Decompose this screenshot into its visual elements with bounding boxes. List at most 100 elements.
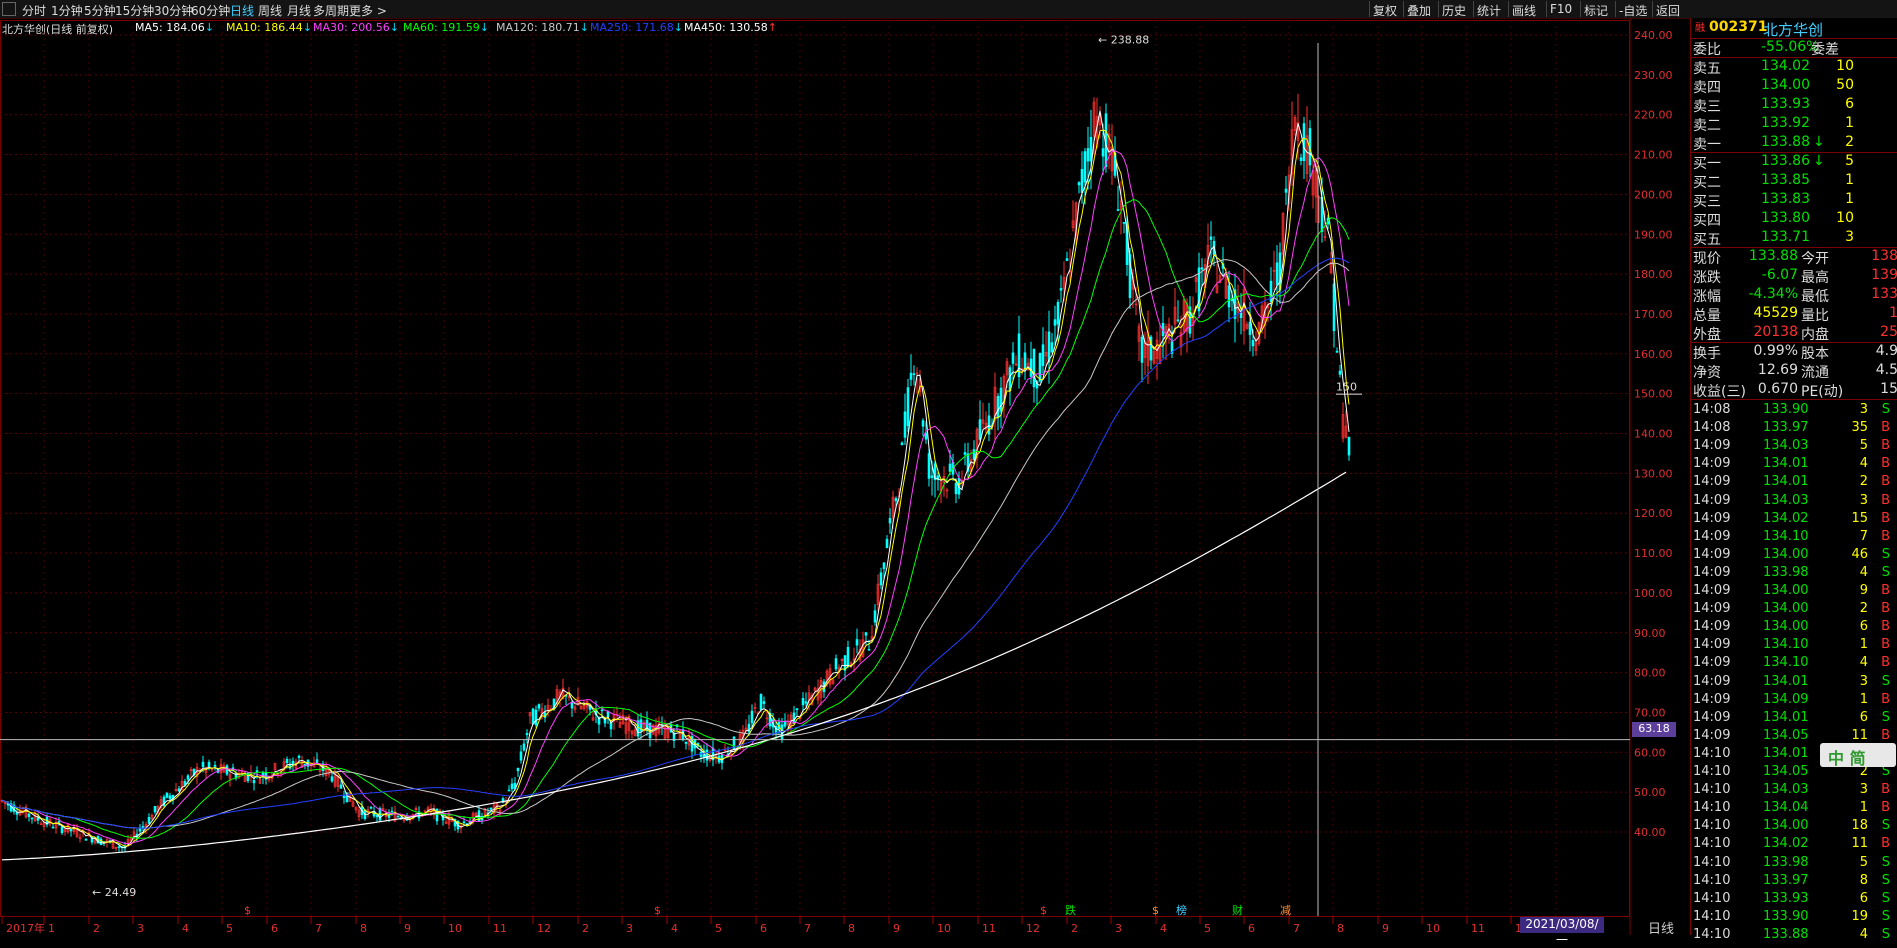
period-tab-0[interactable]: 分时	[22, 2, 46, 19]
tick-side: S	[1881, 926, 1890, 942]
stat-value-2: 1	[1889, 305, 1897, 321]
tick-side: B	[1881, 601, 1890, 617]
tick-side: B	[1881, 583, 1890, 598]
ask-row: 卖四 134.00 50	[1691, 76, 1897, 96]
candle-body	[315, 759, 319, 763]
stock-code[interactable]: 002371	[1709, 19, 1767, 35]
tick-price: 134.00	[1763, 601, 1809, 617]
tick-row: 14:10 134.04 1 B	[1691, 799, 1897, 817]
tick-row: 14:09 133.98 4 S	[1691, 564, 1897, 582]
candle-body	[534, 709, 538, 726]
candle-body	[69, 829, 73, 832]
toolbar-button-0[interactable]: 复权	[1373, 2, 1397, 19]
period-tab-1[interactable]: 1分钟	[51, 2, 83, 19]
stat-label-2: 今开	[1801, 251, 1829, 267]
stat-label: 涨跌	[1693, 270, 1721, 286]
candle-body	[291, 760, 295, 765]
toolbar-button-7[interactable]: -自选	[1619, 2, 1647, 19]
candle-body	[1077, 182, 1081, 186]
tick-volume: 1	[1859, 691, 1868, 707]
period-tab-4[interactable]: 30分钟	[154, 2, 193, 19]
tick-price: 134.01	[1763, 709, 1809, 725]
toolbar-divider	[1580, 1, 1581, 17]
tick-time: 14:09	[1693, 474, 1731, 490]
period-tab-9[interactable]: 多周期	[313, 2, 349, 19]
tick-side: B	[1881, 655, 1890, 671]
tick-row: 14:08 133.90 3 S	[1691, 401, 1897, 419]
stock-name[interactable]: 北方华创	[1763, 19, 1823, 40]
x-tick-label: 2	[93, 922, 100, 935]
tick-side: B	[1881, 438, 1890, 454]
tick-time: 14:09	[1693, 546, 1731, 562]
tick-price: 134.03	[1763, 782, 1809, 798]
candle-body	[885, 538, 889, 549]
period-tab-7[interactable]: 周线	[258, 2, 282, 19]
candle-body	[1275, 262, 1279, 286]
period-tab-8[interactable]: 月线	[287, 2, 311, 19]
quote-panel: 002371 北方华创 融 委比 -55.06% 委差 卖五 134.02 10 卖四 134…	[1690, 18, 1897, 942]
candle-body	[255, 770, 259, 773]
stat-label-2: 股本	[1801, 346, 1829, 362]
period-tab-6[interactable]: 日线	[230, 2, 254, 19]
tick-side: B	[1881, 510, 1890, 526]
y-tick-label: 110.00	[1634, 547, 1673, 560]
tick-time: 14:09	[1693, 528, 1731, 544]
y-tick-label: 240.00	[1634, 29, 1673, 42]
tick-time: 14:09	[1693, 564, 1731, 580]
tick-price: 134.00	[1763, 619, 1809, 635]
tick-time: 14:10	[1693, 890, 1731, 906]
candle-body	[522, 743, 526, 751]
candle-body	[1023, 352, 1027, 370]
tick-time: 14:10	[1693, 908, 1731, 924]
tick-price: 134.05	[1763, 727, 1809, 743]
cursor-price-tag: 63.18	[1632, 722, 1676, 737]
ma-line-450	[1, 471, 1347, 861]
period-tab-10[interactable]: 更多 >	[349, 2, 387, 19]
tick-row: 14:09 134.00 9 B	[1691, 582, 1897, 600]
stat-value-2: 139	[1871, 267, 1897, 283]
bid-row: 买四 133.80 10	[1691, 209, 1897, 229]
ask-volume: 2	[1845, 134, 1854, 150]
y-tick-label: 130.00	[1634, 467, 1673, 480]
x-tick-label: 9	[404, 922, 411, 935]
tick-volume: 4	[1859, 926, 1868, 942]
tick-volume: 18	[1851, 818, 1868, 834]
period-tab-2[interactable]: 5分钟	[84, 2, 116, 19]
tick-price: 133.97	[1763, 872, 1809, 888]
stat-value: 45529	[1753, 305, 1798, 321]
toolbar-button-2[interactable]: 历史	[1442, 2, 1466, 19]
ime-badge[interactable]: 中 简	[1820, 743, 1896, 768]
x-tick-label: 4	[1160, 922, 1167, 935]
period-tab-5[interactable]: 60分钟	[191, 2, 230, 19]
candle-body	[855, 639, 859, 646]
toolbar-button-6[interactable]: 标记	[1584, 2, 1608, 19]
quote-header: 002371 北方华创 融	[1691, 18, 1897, 40]
tick-time: 14:08	[1693, 420, 1731, 436]
toolbar-button-8[interactable]: 返回	[1656, 2, 1680, 19]
stat-label-2: PE(动)	[1801, 384, 1844, 400]
tick-price: 134.10	[1763, 655, 1809, 671]
stat-value: -6.07	[1761, 267, 1798, 283]
toolbar-button-4[interactable]: 画线	[1512, 2, 1536, 19]
stat-value: 20138	[1753, 324, 1798, 340]
top-toolbar: 分时 1分钟 5分钟 15分钟 30分钟 60分钟 日线 周线 月线 多周期 更多 > 复权 叠加 历史…	[0, 0, 1897, 19]
candle-body	[1347, 436, 1351, 456]
toolbar-button-3[interactable]: 统计	[1477, 2, 1501, 19]
toolbar-divider	[1403, 1, 1404, 17]
tick-volume: 11	[1851, 727, 1868, 743]
stat-value: 12.69	[1757, 362, 1798, 378]
candle-body	[684, 741, 688, 744]
period-tab-3[interactable]: 15分钟	[115, 2, 154, 19]
y-tick-label: 230.00	[1634, 69, 1673, 82]
menu-toggle-button[interactable]	[2, 2, 16, 16]
y-tick-label: 50.00	[1634, 786, 1666, 799]
candle-body	[600, 709, 604, 712]
toolbar-button-1[interactable]: 叠加	[1407, 2, 1431, 19]
candle-body	[1338, 370, 1342, 375]
stat-row: 涨幅 -4.34% 最低 133	[1691, 285, 1897, 305]
tick-side: S	[1881, 564, 1890, 580]
tick-volume: 9	[1859, 583, 1868, 598]
kline-chart[interactable]: 240.00230.00220.00210.00200.00190.00180.…	[0, 18, 1690, 935]
bid-row: 买五 133.71 3	[1691, 228, 1897, 248]
toolbar-button-5[interactable]: F10	[1550, 2, 1572, 16]
